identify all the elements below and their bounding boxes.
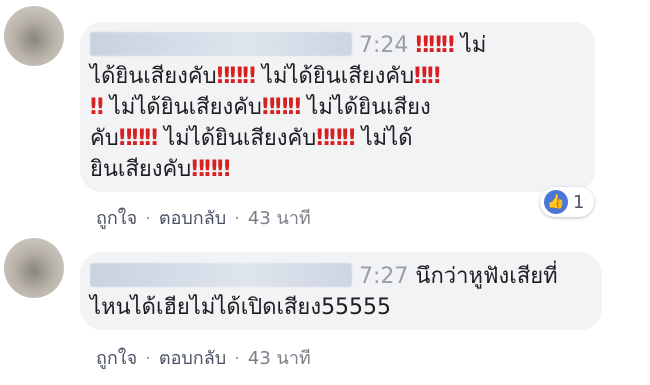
exclamation-emoji: ‼‼‼ [191, 157, 230, 182]
comment-time[interactable]: 7:27 [359, 264, 408, 289]
comment-text-segment: คับ [90, 126, 119, 151]
comment-line: ไหนได้เฮียไม่ได้เปิดเสียง55555 [90, 295, 392, 320]
comment-text-segment: ยินเสียงคับ [90, 157, 192, 182]
comment-line: ได้ยินเสียงคับ‼‼‼ ไม่ได้ยินเสียงคับ‼‼ [90, 61, 590, 92]
comment-bubble: 7:27 นึกว่าหูฟังเสียที่ ไหนได้เฮียไม่ได้… [80, 252, 602, 330]
comment-line: 7:24 ‼‼‼ ไม่ [90, 30, 590, 61]
comment-text-segment: ไม่ได้ [354, 126, 413, 151]
comment-text-segment: ไม่ได้ยินเสียงคับ [157, 126, 317, 151]
exclamation-emoji: ‼‼‼ [216, 64, 256, 89]
comment-text-segment: ไม่ได้ยินเสียงคับ [102, 95, 262, 120]
commenter-name[interactable] [90, 32, 352, 56]
separator: · [234, 348, 240, 369]
comment-bubble: 7:24 ‼‼‼ ไม่ ได้ยินเสียงคับ‼‼‼ ไม่ได้ยิน… [80, 22, 595, 192]
exclamation-emoji: ‼‼‼ [118, 126, 158, 151]
comment-text-segment: ไม่ได้ยินเสียงคับ [254, 64, 415, 89]
avatar[interactable] [4, 238, 64, 298]
exclamation-emoji: ‼ [90, 95, 104, 120]
comment-line: คับ‼‼‼ ไม่ได้ยินเสียงคับ‼‼‼ ไม่ได้ [90, 123, 590, 154]
comment-line-text: นึกว่าหูฟังเสียที่ [415, 264, 558, 289]
separator: · [234, 208, 240, 229]
comment-age[interactable]: 43 นาที [248, 208, 311, 229]
comment-line: ยินเสียงคับ‼‼‼ [90, 154, 590, 185]
comment-time[interactable]: 7:24 [359, 33, 408, 58]
avatar[interactable] [4, 6, 64, 66]
comment-age[interactable]: 43 นาที [248, 348, 311, 369]
like-button[interactable]: ถูกใจ [96, 208, 137, 229]
exclamation-emoji: ‼‼ [414, 64, 441, 89]
exclamation-emoji: ‼‼‼ [316, 126, 355, 151]
separator: · [145, 348, 151, 369]
exclamation-emoji: ‼‼‼ [261, 95, 301, 120]
reaction-count: 1 [573, 191, 585, 213]
comment-text-segment: ไม่ได้ยินเสียง [300, 95, 431, 120]
reply-button[interactable]: ตอบกลับ [159, 208, 226, 229]
reply-button[interactable]: ตอบกลับ [159, 348, 226, 369]
comment-text-segment: ได้ยินเสียงคับ [90, 64, 217, 89]
separator: · [145, 208, 151, 229]
comment-actions: ถูกใจ · ตอบกลับ · 43 นาที [96, 343, 311, 372]
comment-line: 7:27 นึกว่าหูฟังเสียที่ [90, 261, 598, 292]
exclamation-emoji: ‼‼‼ [415, 33, 454, 58]
comment-actions: ถูกใจ · ตอบกลับ · 43 นาที [96, 203, 311, 232]
comment-text-segment: ไม่ [453, 33, 487, 58]
comment-line: ‼ ไม่ได้ยินเสียงคับ‼‼‼ ไม่ได้ยินเสียง [90, 92, 590, 123]
thumbs-up-icon: 👍 [544, 190, 568, 214]
comment-text: 7:27 นึกว่าหูฟังเสียที่ ไหนได้เฮียไม่ได้… [90, 261, 598, 323]
like-button[interactable]: ถูกใจ [96, 348, 137, 369]
reaction-count-badge[interactable]: 👍 1 [540, 187, 595, 217]
comment-text: 7:24 ‼‼‼ ไม่ ได้ยินเสียงคับ‼‼‼ ไม่ได้ยิน… [90, 30, 590, 185]
commenter-name[interactable] [90, 263, 352, 287]
